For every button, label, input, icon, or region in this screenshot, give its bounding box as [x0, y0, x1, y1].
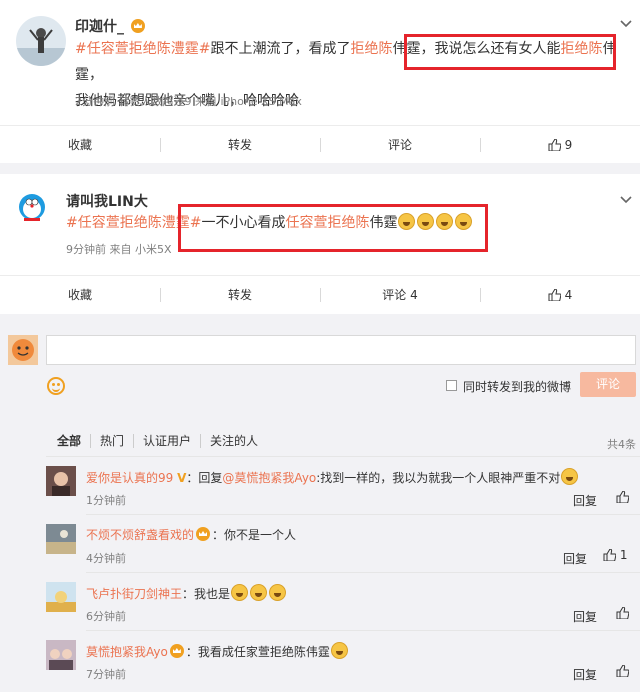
comment-text: 莫慌抱紧我Ayo ：我看成任家萱拒绝陈伟霆: [86, 642, 349, 660]
emoji-picker-icon[interactable]: [47, 377, 65, 395]
comment-filters: 全部 热门 认证用户 关注的人: [57, 434, 267, 448]
comment-item: 爱你是认真的99 V：回复@莫慌抱紧我Ayo:找到一样的，我以为就我一个人眼神严…: [46, 466, 640, 515]
repost-button[interactable]: 转发: [160, 126, 320, 163]
thumb-up-icon: [548, 289, 561, 301]
highlight-box: [178, 204, 488, 252]
sync-repost-checkbox[interactable]: [446, 380, 457, 391]
like-button[interactable]: 9: [480, 126, 640, 163]
post-2: 请叫我LIN大 #任容萱拒绝陈澧霆#一不小心看成任容萱拒绝陈伟霆 9分钟前 来自…: [0, 174, 640, 314]
my-avatar: [8, 335, 38, 365]
action-bar: 收藏 转发 评论 9: [0, 125, 640, 163]
comment-prefix: ：: [182, 587, 195, 601]
sync-repost-label: 同时转发到我的微博: [463, 380, 572, 394]
comment-body: 我看成任家萱拒绝陈伟霆: [197, 645, 330, 659]
post-username[interactable]: 请叫我LIN大: [66, 191, 148, 211]
comment-body: 你不是一个人: [224, 528, 297, 542]
comment-time: 6分钟前: [86, 610, 126, 623]
submit-comment-button[interactable]: 评论: [580, 372, 636, 397]
keyword-highlight: 拒绝陈: [350, 41, 393, 57]
thumb-up-icon: [548, 139, 561, 151]
comment-item: 莫慌抱紧我Ayo ：我看成任家萱拒绝陈伟霆 7分钟前 回复: [46, 640, 640, 688]
like-button[interactable]: 4: [480, 276, 640, 313]
comment-like-button[interactable]: [616, 490, 629, 504]
post-1: 印迦什_ #任容萱拒绝陈澧霆#跟不上潮流了，看成了拒绝陈伟霆，我说怎么还有女人能…: [0, 0, 640, 163]
comment-total: 共4条: [607, 438, 636, 451]
reply-button[interactable]: 回复: [573, 492, 597, 509]
laugh-cry-emoji-icon: [330, 642, 348, 659]
filter-all[interactable]: 全部: [57, 434, 90, 448]
post-username[interactable]: 印迦什_: [75, 16, 147, 36]
laugh-cry-emoji-icon: [561, 468, 579, 485]
collect-button[interactable]: 收藏: [0, 126, 160, 163]
post-meta: 9分钟前 来自 小米5X: [66, 243, 172, 256]
text-segment: 跟不上潮流了，看成了: [210, 41, 351, 57]
comment-body: 我也是: [194, 587, 231, 601]
comment-prefix: ：: [185, 645, 198, 659]
post-meta: 2分钟前 转赞人数超过9 来自 iPhone XS Max: [75, 95, 302, 108]
vip-crown-icon: [130, 19, 145, 33]
comment-time: 1分钟前: [86, 494, 126, 507]
divider: [86, 572, 640, 573]
comment-like-button[interactable]: [616, 664, 629, 678]
filter-verified[interactable]: 认证用户: [133, 434, 200, 448]
mention-link[interactable]: @莫慌抱紧我Ayo: [222, 471, 316, 485]
comment-button[interactable]: 评论: [320, 126, 480, 163]
laugh-cry-emoji-icon: [250, 584, 268, 601]
post-separator: [0, 163, 640, 174]
filter-hot[interactable]: 热门: [90, 434, 133, 448]
reply-button[interactable]: 回复: [573, 608, 597, 625]
avatar[interactable]: [16, 16, 66, 66]
chevron-down-icon[interactable]: [620, 196, 632, 204]
comment-username[interactable]: 不烦不烦舒盏看戏的: [86, 528, 194, 542]
comment-like-button[interactable]: 1: [603, 548, 627, 562]
avatar[interactable]: [46, 640, 76, 670]
hashtag-link[interactable]: #任容萱拒绝陈澧霆#: [75, 41, 210, 57]
repost-button[interactable]: 转发: [160, 276, 320, 313]
comment-text: 爱你是认真的99 V：回复@莫慌抱紧我Ayo:找到一样的，我以为就我一个人眼神严…: [86, 468, 579, 486]
avatar[interactable]: [16, 192, 48, 224]
comment-button[interactable]: 评论 4: [320, 276, 480, 313]
comment-body: :找到一样的，我以为就我一个人眼神严重不对: [316, 471, 561, 485]
filter-following[interactable]: 关注的人: [200, 434, 267, 448]
vip-crown-icon: [169, 644, 184, 658]
avatar[interactable]: [46, 524, 76, 554]
collect-button[interactable]: 收藏: [0, 276, 160, 313]
comment-text: 不烦不烦舒盏看戏的 ：你不是一个人: [86, 526, 296, 543]
like-count: 4: [564, 288, 573, 302]
vip-crown-icon: [196, 527, 211, 541]
comment-prefix: ：: [212, 528, 225, 542]
comment-time: 4分钟前: [86, 552, 126, 565]
comment-username[interactable]: 爱你是认真的99: [86, 471, 173, 485]
laugh-cry-emoji-icon: [269, 584, 287, 601]
comment-item: 飞卢扑街刀剑神王：我也是 6分钟前 回复: [46, 582, 640, 631]
verified-v-icon: V: [177, 471, 187, 485]
comment-prefix: ：回复: [186, 471, 223, 485]
thumb-up-icon: [616, 607, 629, 619]
comment-username[interactable]: 飞卢扑街刀剑神王: [86, 587, 182, 601]
comment-like-button[interactable]: [616, 606, 629, 620]
reply-button[interactable]: 回复: [563, 550, 587, 567]
like-count: 9: [564, 138, 573, 152]
divider: [86, 514, 640, 515]
comment-time: 7分钟前: [86, 668, 126, 681]
chevron-down-icon[interactable]: [620, 20, 632, 28]
thumb-up-icon: [603, 549, 616, 561]
action-bar: 收藏 转发 评论 4 4: [0, 275, 640, 313]
laugh-cry-emoji-icon: [231, 584, 249, 601]
avatar[interactable]: [46, 582, 76, 612]
comment-username[interactable]: 莫慌抱紧我Ayo: [86, 645, 168, 659]
avatar[interactable]: [46, 466, 76, 496]
divider: [46, 456, 640, 457]
divider: [86, 630, 640, 631]
highlight-box: [404, 34, 616, 70]
username-text[interactable]: 印迦什_: [75, 19, 124, 35]
comment-text: 飞卢扑街刀剑神王：我也是: [86, 584, 287, 602]
thumb-up-icon: [616, 491, 629, 503]
comment-item: 不烦不烦舒盏看戏的 ：你不是一个人 4分钟前 回复 1: [46, 524, 640, 573]
comment-input[interactable]: [46, 335, 636, 365]
reply-button[interactable]: 回复: [573, 666, 597, 683]
comment-like-count: 1: [619, 548, 628, 562]
thumb-up-icon: [616, 665, 629, 677]
